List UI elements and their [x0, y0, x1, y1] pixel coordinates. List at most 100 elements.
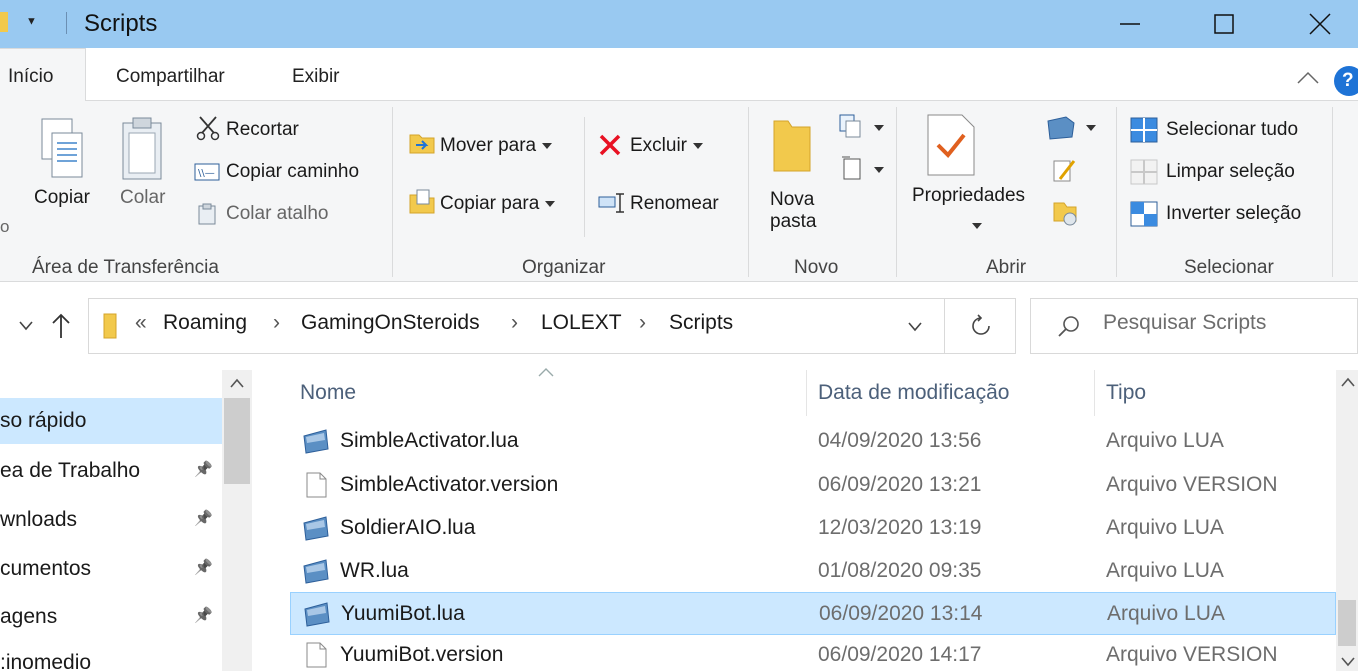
inverter-selecao-button[interactable]: Inverter seleção [1166, 203, 1301, 225]
help-icon[interactable]: ? [1334, 66, 1358, 96]
recent-locations-chevron-icon[interactable] [18, 320, 34, 332]
tab-exibir[interactable]: Exibir [292, 66, 340, 88]
column-header-type[interactable]: Tipo [1106, 381, 1146, 405]
file-row[interactable]: YuumiBot.version 06/09/2020 14:17 Arquivo … [290, 634, 1336, 671]
minimize-button[interactable] [1100, 0, 1160, 48]
address-bar[interactable]: « Roaming › GamingOnSteroids › LOLEXT › … [88, 298, 1016, 354]
mover-para-button[interactable]: Mover para [440, 135, 553, 157]
group-separator [1116, 107, 1117, 277]
file-type: Arquivo LUA [1106, 516, 1224, 539]
move-to-icon [409, 134, 435, 154]
history-icon[interactable] [1052, 199, 1078, 227]
file-type: Arquivo LUA [1107, 602, 1225, 625]
propriedades-button[interactable]: Propriedades [912, 185, 1025, 207]
copiar-caminho-button[interactable]: Copiar caminho [226, 161, 359, 183]
delete-icon [599, 134, 621, 156]
column-header-name[interactable]: Nome [300, 381, 356, 405]
file-row[interactable]: YuumiBot.lua 06/09/2020 13:14 Arquivo LUA [290, 592, 1336, 635]
file-row[interactable]: SoldierAIO.lua 12/03/2020 13:19 Arquivo LU… [290, 507, 1336, 550]
group-separator [1332, 107, 1333, 277]
close-button[interactable] [1290, 0, 1350, 48]
breadcrumb-roaming[interactable]: Roaming [163, 311, 247, 335]
file-row[interactable]: SimbleActivator.lua 04/09/2020 13:56 Arqui… [290, 420, 1336, 463]
lua-file-icon [304, 602, 330, 627]
collapse-ribbon-icon[interactable] [1296, 70, 1320, 86]
list-scroll-up-icon[interactable] [1340, 376, 1356, 388]
colar-atalho-button[interactable]: Colar atalho [226, 203, 328, 225]
copiar-para-label: Copiar para [440, 193, 540, 214]
file-row[interactable]: WR.lua 01/08/2020 09:35 Arquivo LUA [290, 550, 1336, 593]
tab-compartilhar[interactable]: Compartilhar [116, 66, 225, 88]
nav-item[interactable]: so rápido [0, 398, 222, 444]
blank-file-icon [306, 642, 327, 668]
column-divider[interactable] [1094, 370, 1095, 416]
nav-item[interactable]: agens 📌 [0, 594, 222, 640]
copiar-button[interactable]: Copiar [34, 187, 90, 209]
recortar-button[interactable]: Recortar [226, 119, 299, 141]
copy-path-icon: \\— [194, 163, 220, 181]
colar-button[interactable]: Colar [120, 187, 165, 209]
copiar-para-button[interactable]: Copiar para [440, 193, 556, 215]
list-scroll-down-icon[interactable] [1340, 656, 1356, 668]
quick-access-dropdown[interactable]: ▼ [26, 10, 37, 33]
open-icon[interactable] [1046, 115, 1102, 141]
mover-para-label: Mover para [440, 135, 537, 156]
column-divider[interactable] [806, 370, 807, 416]
chevron-right-icon[interactable]: › [639, 311, 646, 335]
chevron-right-icon[interactable]: › [273, 311, 280, 335]
nav-item[interactable]: cumentos 📌 [0, 546, 222, 592]
nav-scrollbar-thumb[interactable] [224, 398, 250, 484]
file-list-scrollbar-thumb[interactable] [1338, 600, 1356, 646]
nav-item-label: so rápido [0, 409, 87, 432]
nav-item[interactable]: :inomedio [0, 640, 222, 671]
refresh-button[interactable] [944, 298, 1016, 354]
easy-access-icon[interactable] [836, 153, 886, 185]
file-name: SoldierAIO.lua [340, 516, 476, 539]
svg-text:\\—: \\— [198, 168, 215, 179]
address-history-chevron-icon[interactable] [907, 321, 923, 333]
chevron-down-icon[interactable] [972, 223, 982, 229]
chevron-right-icon[interactable]: › [511, 311, 518, 335]
nav-item[interactable]: ea de Trabalho 📌 [0, 448, 222, 494]
group-label-novo: Novo [794, 257, 839, 278]
breadcrumb-gamingonsteroids[interactable]: GamingOnSteroids [301, 311, 480, 335]
maximize-button[interactable] [1194, 0, 1254, 48]
ribbon: Copiar Colar Recortar \\— Copiar caminho… [0, 101, 1358, 282]
file-name: YuumiBot.version [340, 643, 504, 666]
excluir-label: Excluir [630, 135, 688, 156]
window-title: Scripts [84, 10, 158, 37]
selecionar-tudo-button[interactable]: Selecionar tudo [1166, 119, 1298, 141]
file-date: 06/09/2020 13:14 [819, 602, 983, 625]
search-box[interactable]: Pesquisar Scripts [1030, 298, 1358, 354]
breadcrumb-overflow[interactable]: « [135, 311, 147, 335]
clipboard-edge-letter: o [0, 217, 10, 236]
pin-icon: 📌 [194, 559, 213, 576]
nav-item-label: :inomedio [0, 651, 92, 671]
rename-icon [598, 193, 624, 213]
new-item-icon[interactable] [836, 113, 886, 145]
column-header-date[interactable]: Data de modificação [818, 381, 1009, 405]
lua-file-icon [303, 516, 329, 541]
edit-icon[interactable] [1052, 157, 1078, 185]
copy-to-icon [409, 189, 435, 214]
nav-scroll-up-icon[interactable] [228, 376, 246, 390]
nova-pasta-label-1: Nova [770, 189, 815, 210]
renomear-button[interactable]: Renomear [630, 193, 719, 215]
chevron-down-icon [542, 142, 553, 149]
file-date: 04/09/2020 13:56 [818, 429, 982, 452]
folder-icon [103, 313, 117, 339]
nova-pasta-button[interactable]: Nova pasta [770, 189, 816, 233]
pin-icon: 📌 [194, 607, 213, 624]
breadcrumb-scripts[interactable]: Scripts [669, 311, 733, 335]
file-name: WR.lua [340, 559, 409, 582]
scissors-icon [196, 116, 220, 141]
excluir-button[interactable]: Excluir [630, 135, 704, 157]
quick-access-dropdown-glyph: ▼ [26, 15, 37, 28]
file-date: 01/08/2020 09:35 [818, 559, 982, 582]
breadcrumb-lolext[interactable]: LOLEXT [541, 311, 622, 335]
nav-item[interactable]: wnloads 📌 [0, 497, 222, 543]
file-row[interactable]: SimbleActivator.version 06/09/2020 13:21 A… [290, 464, 1336, 507]
tab-inicio[interactable]: Início [0, 48, 86, 102]
up-arrow-icon[interactable] [50, 312, 72, 340]
limpar-selecao-button[interactable]: Limpar seleção [1166, 161, 1295, 183]
